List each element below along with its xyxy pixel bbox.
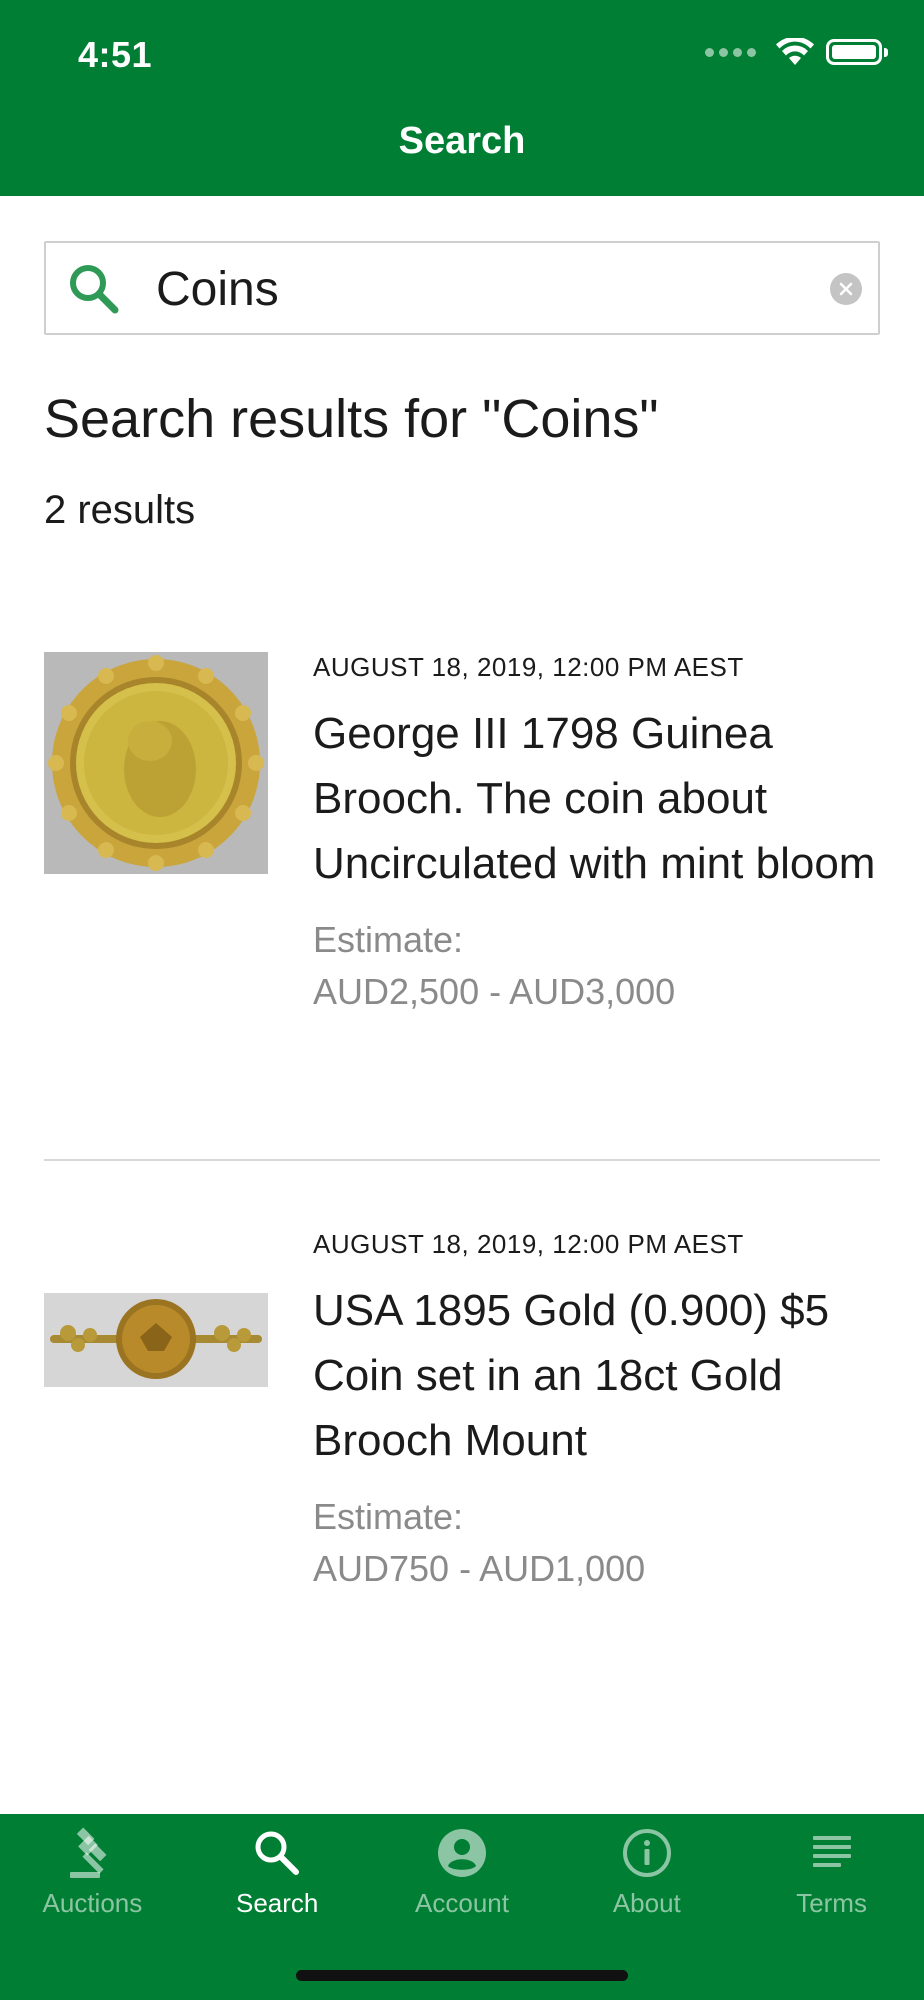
status-indicators <box>705 38 888 66</box>
estimate-range: AUD2,500 - AUD3,000 <box>313 971 676 1012</box>
search-icon <box>255 1831 300 1875</box>
tab-terms[interactable]: Terms <box>739 1814 924 1934</box>
gavel-icon <box>70 1827 107 1878</box>
estimate-label: Estimate: <box>313 919 464 960</box>
app-header: 4:51 Search <box>0 0 924 196</box>
lot-date: AUGUST 18, 2019, 12:00 PM AEST <box>313 652 744 682</box>
home-indicator[interactable] <box>296 1970 628 1981</box>
lot-image[interactable] <box>44 1293 268 1387</box>
tab-label: Account <box>415 1888 509 1918</box>
clear-search-button[interactable] <box>830 273 862 305</box>
lot-image[interactable] <box>44 652 268 874</box>
tab-about[interactable]: About <box>554 1814 739 1934</box>
results-count: 2 results <box>44 488 196 532</box>
tab-account[interactable]: Account <box>370 1814 555 1934</box>
tab-label: About <box>612 1888 681 1918</box>
tab-search[interactable]: Search <box>185 1814 370 1934</box>
search-field[interactable] <box>44 241 880 335</box>
status-time: 4:51 <box>78 34 153 75</box>
terms-icon <box>812 1836 851 1867</box>
tab-label: Search <box>236 1888 319 1918</box>
estimate-label: Estimate: <box>313 1496 464 1537</box>
lot-date: AUGUST 18, 2019, 12:00 PM AEST <box>313 1229 744 1259</box>
search-input[interactable] <box>156 257 816 321</box>
search-icon <box>70 265 119 314</box>
info-icon <box>622 1829 671 1877</box>
results-heading: Search results for "Coins" <box>44 389 659 449</box>
search-result-item[interactable]: AUGUST 18, 2019, 12:00 PM AEST USA 1895 … <box>44 1229 880 1609</box>
lot-title[interactable]: USA 1895 Gold (0.900) $5 Coin set in an … <box>313 1278 880 1473</box>
lot-title[interactable]: George III 1798 Guinea Brooch. The coin … <box>313 701 880 896</box>
tab-label: Terms <box>796 1888 867 1918</box>
battery-icon <box>826 39 888 65</box>
divider <box>44 1159 880 1161</box>
page-title: Search <box>398 120 526 162</box>
account-icon <box>437 1829 486 1877</box>
search-result-item[interactable]: AUGUST 18, 2019, 12:00 PM AEST George II… <box>44 652 880 1092</box>
tab-auctions[interactable]: Auctions <box>0 1814 185 1934</box>
close-icon <box>839 282 853 296</box>
tab-label: Auctions <box>42 1888 143 1918</box>
estimate-range: AUD750 - AUD1,000 <box>313 1548 646 1589</box>
cellular-signal-icon <box>705 47 756 57</box>
wifi-icon <box>776 38 814 65</box>
